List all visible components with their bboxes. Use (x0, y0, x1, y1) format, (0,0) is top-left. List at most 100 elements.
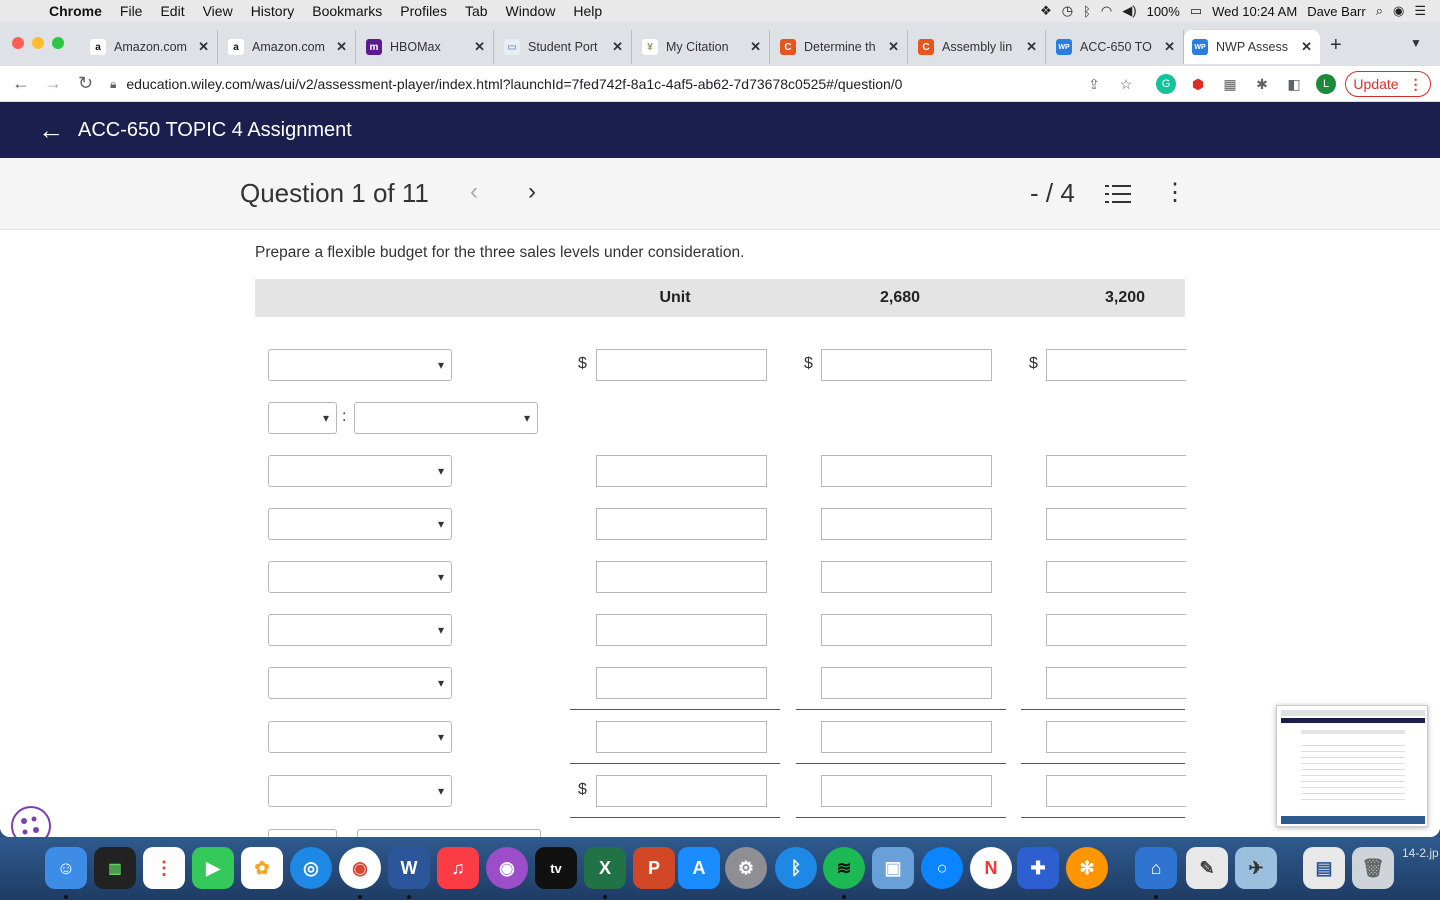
menu-app-name[interactable]: Chrome (40, 3, 111, 19)
line-item-dropdown[interactable]: ▾ (268, 561, 452, 593)
system-preferences-icon[interactable]: ⚙ (725, 847, 767, 889)
back-arrow-icon[interactable]: ← (12, 73, 30, 94)
chrome-icon[interactable]: ◉ (339, 847, 381, 889)
battery-icon[interactable]: ▭ (1190, 3, 1202, 19)
reading-list-icon[interactable]: ◧ (1284, 74, 1304, 94)
close-window-button[interactable] (12, 37, 24, 49)
unit-amount-input[interactable] (596, 775, 767, 807)
close-tab-icon[interactable]: ✕ (474, 39, 485, 55)
amount-2680-input[interactable] (821, 775, 992, 807)
menu-view[interactable]: View (194, 3, 242, 19)
share-icon[interactable]: ⇪ (1084, 74, 1104, 94)
unit-amount-input[interactable] (596, 721, 767, 753)
close-tab-icon[interactable]: ✕ (198, 39, 209, 55)
amount-2680-input[interactable] (821, 561, 992, 593)
finder-icon[interactable]: ☺ (45, 847, 87, 889)
amount-2680-input[interactable] (821, 614, 992, 646)
unit-amount-input[interactable] (596, 508, 767, 540)
unit-amount-input[interactable] (596, 349, 767, 381)
reload-icon[interactable]: ↻ (78, 73, 93, 94)
unit-amount-input[interactable] (596, 614, 767, 646)
tab-amazon-1[interactable]: a Amazon.com ✕ (82, 30, 218, 64)
screen-capture-icon[interactable]: ○ (921, 847, 963, 889)
tab-acc650[interactable]: WP ACC-650 TO ✕ (1048, 30, 1184, 64)
spotlight-search-icon[interactable]: ⌕ (1376, 3, 1383, 19)
photo-booth-icon[interactable]: ✻ (1066, 847, 1108, 889)
dropbox-icon[interactable]: ❖ (1040, 3, 1052, 19)
bluetooth-icon[interactable]: ᛒ (1083, 4, 1091, 19)
time-machine-icon[interactable]: ◷ (1062, 3, 1073, 19)
tab-hbomax[interactable]: m HBOMax ✕ (358, 30, 494, 64)
downloads-stack-icon[interactable]: ▤ (1303, 847, 1345, 889)
bookmark-star-icon[interactable]: ☆ (1116, 74, 1136, 94)
amount-2680-input[interactable] (821, 455, 992, 487)
amount-3200-input[interactable] (1046, 775, 1186, 807)
close-tab-icon[interactable]: ✕ (1164, 39, 1175, 55)
powerpoint-icon[interactable]: P (633, 847, 675, 889)
excel-icon[interactable]: X (584, 847, 626, 889)
preview-icon[interactable]: ▣ (872, 847, 914, 889)
adblock-extension-icon[interactable]: ⬢ (1188, 74, 1208, 94)
unit-amount-input[interactable] (596, 667, 767, 699)
reminders-icon[interactable]: ⋮ (143, 847, 185, 889)
word-icon[interactable]: W (388, 847, 430, 889)
tab-student-portal[interactable]: ▭ Student Port ✕ (496, 30, 632, 64)
close-tab-icon[interactable]: ✕ (1026, 39, 1037, 55)
screenshot-preview-thumbnail[interactable] (1276, 705, 1428, 827)
forward-arrow-icon[interactable]: → (44, 73, 62, 94)
control-center-icon[interactable]: ☰ (1414, 3, 1426, 19)
amount-2680-input[interactable] (821, 349, 992, 381)
wifi-icon[interactable]: ◠ (1101, 3, 1112, 19)
amount-3200-input[interactable] (1046, 561, 1186, 593)
textedit-icon[interactable]: ✎ (1186, 847, 1228, 889)
line-item-dropdown[interactable]: ▾ (268, 667, 452, 699)
podcasts-icon[interactable]: ◉ (486, 847, 528, 889)
question-list-icon[interactable] (1105, 184, 1131, 204)
tab-determine[interactable]: C Determine th ✕ (772, 30, 908, 64)
update-chrome-button[interactable]: Update ⋮ (1345, 71, 1431, 97)
news-icon[interactable]: N (970, 847, 1012, 889)
lock-icon[interactable]: 🔒︎ (110, 77, 116, 92)
user-name[interactable]: Dave Barr (1307, 4, 1366, 19)
amount-3200-input[interactable] (1046, 721, 1186, 753)
amount-2680-input[interactable] (821, 508, 992, 540)
puzzle-extensions-icon[interactable]: ✱ (1252, 74, 1272, 94)
zoom-window-button[interactable] (52, 37, 64, 49)
facetime-icon[interactable]: ▶ (192, 847, 234, 889)
line-item-dropdown[interactable]: ▾ (268, 775, 452, 807)
minimize-window-button[interactable] (32, 37, 44, 49)
tab-nwp-assessment-active[interactable]: WP NWP Assess ✕ (1184, 30, 1320, 64)
close-tab-icon[interactable]: ✕ (1301, 39, 1312, 55)
amount-3200-input[interactable] (1046, 349, 1186, 381)
menu-tab[interactable]: Tab (456, 3, 497, 19)
tab-amazon-2[interactable]: a Amazon.com ✕ (220, 30, 356, 64)
short-dropdown[interactable]: ▾ (268, 829, 337, 837)
line-item-dropdown[interactable]: ▾ (354, 402, 538, 434)
menu-window[interactable]: Window (497, 3, 565, 19)
cookie-settings-icon[interactable] (11, 806, 51, 837)
menu-profiles[interactable]: Profiles (391, 3, 456, 19)
back-to-assignment-arrow-icon[interactable]: ← (38, 115, 68, 146)
menu-file[interactable]: File (111, 3, 152, 19)
migration-assistant-icon[interactable]: ✈ (1235, 847, 1277, 889)
line-item-dropdown[interactable]: ▾ (268, 614, 452, 646)
line-item-dropdown[interactable]: ▾ (268, 349, 452, 381)
grammarly-extension-icon[interactable]: G (1156, 74, 1176, 94)
line-item-dropdown[interactable]: ▾ (357, 829, 541, 837)
menu-edit[interactable]: Edit (151, 3, 193, 19)
amount-3200-input[interactable] (1046, 508, 1186, 540)
amount-2680-input[interactable] (821, 721, 992, 753)
amount-3200-input[interactable] (1046, 614, 1186, 646)
amount-3200-input[interactable] (1046, 455, 1186, 487)
music-icon[interactable]: ♫ (437, 847, 479, 889)
close-tab-icon[interactable]: ✕ (750, 39, 761, 55)
clock[interactable]: Wed 10:24 AM (1212, 4, 1297, 19)
new-tab-plus-icon[interactable]: + (1330, 34, 1342, 57)
spotify-icon[interactable]: ≋ (823, 847, 865, 889)
app-store-icon[interactable]: A (678, 847, 720, 889)
bluetooth-app-icon[interactable]: ᛒ (775, 847, 817, 889)
unit-amount-input[interactable] (596, 561, 767, 593)
tab-assembly[interactable]: C Assembly lin ✕ (910, 30, 1046, 64)
line-item-dropdown[interactable]: ▾ (268, 508, 452, 540)
unit-amount-input[interactable] (596, 455, 767, 487)
